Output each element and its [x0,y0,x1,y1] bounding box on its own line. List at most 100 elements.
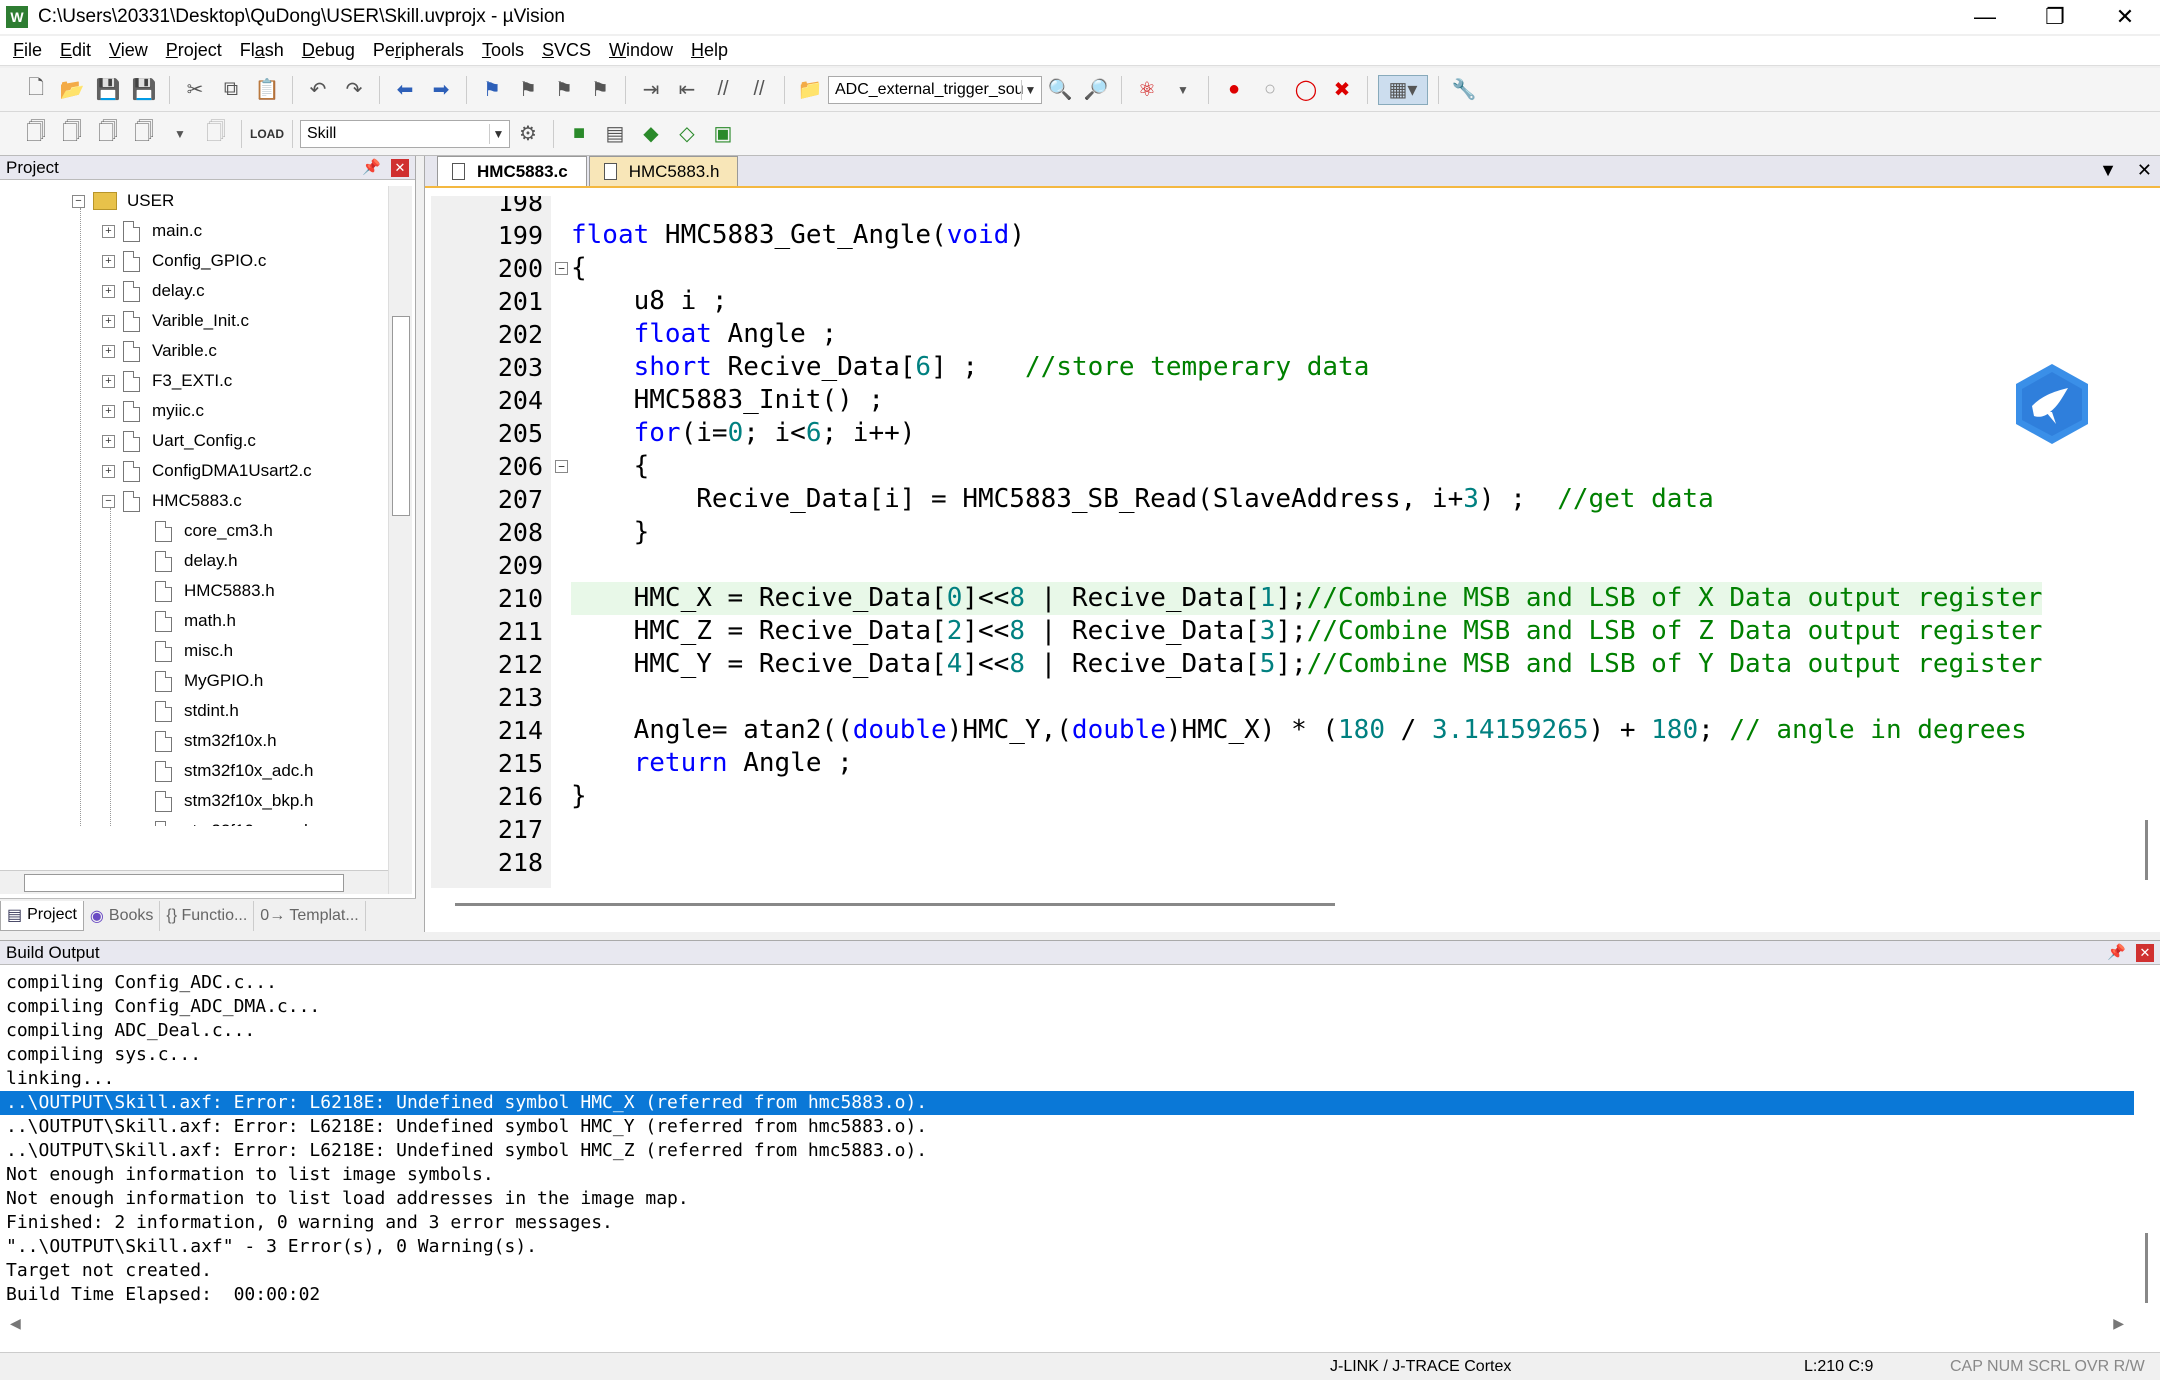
code-line[interactable]: 204 HMC5883_Init() ; [431,384,2137,417]
chevron-down-icon[interactable]: ▼ [1021,79,1039,100]
tree-file-item[interactable]: + F3_EXTI.c [102,366,232,396]
build-output-vertical-scrollbar[interactable] [2138,971,2154,1303]
code-line[interactable]: 205 for(i=0; i<6; i++) [431,417,2137,450]
pin-icon[interactable]: 📌 [2107,943,2126,961]
minimize-icon[interactable]: — [1950,0,2020,34]
tab-books[interactable]: ◉ Books [84,900,161,931]
tree-horizontal-scrollbar[interactable] [0,870,388,894]
expand-icon[interactable]: + [102,464,115,478]
menu-view[interactable]: View [109,40,148,61]
disable-breakpoint-icon[interactable]: ○ [1255,75,1285,105]
expand-icon[interactable]: + [102,284,115,298]
pack-installer-icon[interactable]: ◇ [672,119,702,149]
build-output-line[interactable]: ..\OUTPUT\Skill.axf: Error: L6218E: Unde… [0,1139,2134,1163]
build-output-line[interactable]: "..\OUTPUT\Skill.axf" - 3 Error(s), 0 Wa… [0,1235,2134,1259]
translate-icon[interactable]: 🗍 [21,119,51,149]
bookmark-icon[interactable]: ⚑ [477,75,507,105]
tree-include-item[interactable]: HMC5883.h [155,576,275,606]
tab-hmc5883-h[interactable]: HMC5883.h [588,156,739,186]
code-area[interactable]: 198 199 float HMC5883_Get_Angle(void) 200{−… [431,196,2137,888]
editor-vertical-scrollbar[interactable] [2138,190,2154,910]
code-line[interactable]: 211 HMC_Z = Recive_Data[2]<<8 | Recive_D… [431,615,2137,648]
tree-include-item[interactable]: stm32f10x_can.h [155,816,313,826]
expand-icon[interactable]: + [102,434,115,448]
build-output-line[interactable]: Target not created. [0,1259,2134,1283]
code-line[interactable]: 215 return Angle ; [431,747,2137,780]
save-all-icon[interactable]: 💾 [129,75,159,105]
next-bookmark-icon[interactable]: ⚑ [549,75,579,105]
tree-include-item[interactable]: misc.h [155,636,233,666]
nav-back-icon[interactable]: ⬅ [390,75,420,105]
collapse-icon[interactable]: − [102,494,115,508]
fold-collapse-icon[interactable]: − [555,262,568,275]
tab-functions[interactable]: {} Functio... [160,900,255,931]
build-icon[interactable]: 🗍 [57,119,87,149]
tree-include-item[interactable]: core_cm3.h [155,516,273,546]
menu-window[interactable]: Window [609,40,673,61]
code-line[interactable]: 199 float HMC5883_Get_Angle(void) [431,219,2137,252]
cut-icon[interactable]: ✂ [180,75,210,105]
find-icon[interactable]: 🔍 [1045,75,1075,105]
scroll-left-icon[interactable]: ◀ [10,1315,21,1332]
manage-components-icon[interactable]: ■ [564,119,594,149]
expand-icon[interactable]: + [102,374,115,388]
code-line[interactable]: 200 { [431,252,2137,285]
menu-project[interactable]: Project [166,40,222,61]
build-output-line[interactable]: ..\OUTPUT\Skill.axf: Error: L6218E: Unde… [0,1115,2134,1139]
code-line[interactable]: 210 HMC_X = Recive_Data[0]<<8 | Recive_D… [431,582,2137,615]
unindent-icon[interactable]: ⇤ [672,75,702,105]
code-line[interactable]: 214 Angle= atan2((double)HMC_Y,(double)H… [431,714,2137,747]
menu-edit[interactable]: Edit [60,40,91,61]
build-output-line[interactable]: compiling ADC_Deal.c... [0,1019,2134,1043]
manage-items-icon[interactable]: ▤ [600,119,630,149]
expand-icon[interactable]: + [102,404,115,418]
tab-list-dropdown-icon[interactable]: ▼ [2099,160,2117,181]
expand-icon[interactable]: + [102,224,115,238]
expand-icon[interactable]: + [102,344,115,358]
tree-include-item[interactable]: stm32f10x_adc.h [155,756,313,786]
chevron-down-icon[interactable]: ▼ [1168,75,1198,105]
code-line[interactable]: 202 float Angle ; [431,318,2137,351]
tree-include-item[interactable]: stm32f10x_bkp.h [155,786,313,816]
debug-session-icon[interactable]: ⚛ [1132,75,1162,105]
tab-templates[interactable]: 0→ Templat... [254,900,366,931]
code-line[interactable]: 217 [431,813,2137,846]
target-options-icon[interactable]: ⚙ [513,119,543,149]
close-tab-icon[interactable]: ✕ [2137,160,2152,181]
indent-icon[interactable]: ⇥ [636,75,666,105]
chevron-down-icon[interactable]: ▼ [489,123,507,144]
pin-icon[interactable]: 📌 [362,158,381,176]
menu-help[interactable]: Help [691,40,728,61]
tree-include-item[interactable]: stdint.h [155,696,239,726]
collapse-icon[interactable]: − [72,194,85,208]
clear-bookmarks-icon[interactable]: ⚑ [585,75,615,105]
rebuild-icon[interactable]: 🗍 [93,119,123,149]
redo-icon[interactable]: ↷ [339,75,369,105]
run-time-env-icon[interactable]: ▣ [708,119,738,149]
menu-peripherals[interactable]: Peripherals [373,40,464,61]
select-packs-icon[interactable]: ◆ [636,119,666,149]
configure-icon[interactable]: 🔧 [1449,75,1479,105]
prev-bookmark-icon[interactable]: ⚑ [513,75,543,105]
build-output-line[interactable]: linking... [0,1067,2134,1091]
tree-file-item[interactable]: + ConfigDMA1Usart2.c [102,456,312,486]
tree-file-item[interactable]: + Config_GPIO.c [102,246,266,276]
build-output-text[interactable]: compiling Config_ADC.c... compiling Confi… [0,971,2134,1305]
menu-tools[interactable]: Tools [482,40,524,61]
new-file-icon[interactable]: 🗋 [21,75,51,105]
nav-forward-icon[interactable]: ➡ [426,75,456,105]
code-line[interactable]: 198 [431,196,2137,219]
code-line[interactable]: 208 } [431,516,2137,549]
menu-debug[interactable]: Debug [302,40,355,61]
save-icon[interactable]: 💾 [93,75,123,105]
code-line[interactable]: 216} [431,780,2137,813]
paste-icon[interactable]: 📋 [252,75,282,105]
incremental-find-icon[interactable]: 🔎 [1081,75,1111,105]
kill-breakpoints-icon[interactable]: ✖ [1327,75,1357,105]
open-file-icon[interactable]: 📂 [57,75,87,105]
build-output-line[interactable]: ..\OUTPUT\Skill.axf: Error: L6218E: Unde… [0,1091,2134,1115]
tree-file-item[interactable]: + Varible_Init.c [102,306,249,336]
copy-icon[interactable]: ⧉ [216,75,246,105]
stop-build-icon[interactable]: 🗍 [201,119,231,149]
tree-include-item[interactable]: delay.h [155,546,238,576]
